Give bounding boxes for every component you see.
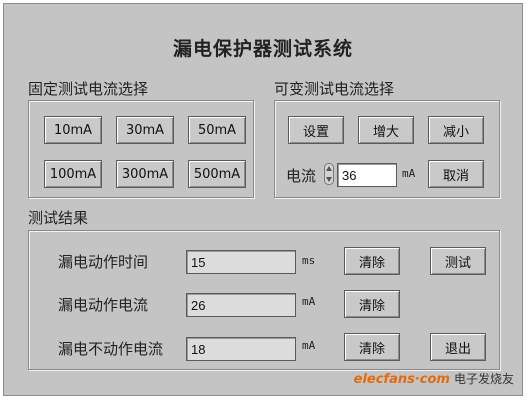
set-button[interactable]: 设置 — [288, 116, 344, 144]
current-input[interactable] — [337, 163, 397, 187]
test-button[interactable]: 测试 — [430, 247, 486, 275]
cancel-button[interactable]: 取消 — [428, 160, 484, 188]
watermark: elecfans·com 电子发烧友 — [354, 370, 514, 387]
clear-non-action-current-button[interactable]: 清除 — [344, 333, 400, 361]
clear-action-time-button[interactable]: 清除 — [344, 247, 400, 275]
current-100ma-button[interactable]: 100mA — [44, 160, 102, 188]
current-300ma-button[interactable]: 300mA — [116, 160, 174, 188]
main-window: 漏电保护器测试系统 固定测试电流选择 10mA 30mA 50mA 100mA … — [3, 3, 523, 396]
fixed-current-group-label: 固定测试电流选择 — [28, 80, 149, 98]
action-time-label: 漏电动作时间 — [58, 253, 149, 271]
results-group-label: 测试结果 — [28, 209, 89, 227]
set-label: 设置 — [302, 124, 329, 140]
current-300ma-label: 300mA — [121, 166, 169, 182]
watermark-cn: 电子发烧友 — [453, 372, 514, 386]
decrease-label: 减小 — [442, 124, 469, 140]
action-current-value — [186, 293, 296, 317]
current-50ma-label: 50mA — [197, 122, 237, 138]
current-30ma-label: 30mA — [125, 122, 165, 138]
current-30ma-button[interactable]: 30mA — [116, 116, 174, 144]
action-time-unit: ms — [302, 254, 316, 267]
action-current-unit: mA — [302, 295, 316, 308]
decrease-button[interactable]: 减小 — [428, 116, 484, 144]
current-10ma-button[interactable]: 10mA — [44, 116, 102, 144]
non-action-current-value — [186, 337, 296, 361]
current-50ma-button[interactable]: 50mA — [188, 116, 246, 144]
current-10ma-label: 10mA — [53, 122, 93, 138]
current-spinner-icon[interactable] — [324, 163, 334, 185]
non-action-current-unit: mA — [302, 339, 316, 352]
current-label: 电流 — [286, 167, 317, 185]
clear-action-time-label: 清除 — [358, 255, 385, 271]
current-100ma-label: 100mA — [49, 166, 97, 182]
watermark-text: elecfans·com — [353, 372, 450, 387]
action-time-value — [186, 250, 296, 274]
exit-label: 退出 — [444, 341, 471, 357]
window-title: 漏电保护器测试系统 — [172, 38, 353, 60]
cancel-label: 取消 — [442, 168, 469, 184]
exit-button[interactable]: 退出 — [430, 333, 486, 361]
increase-label: 增大 — [372, 124, 399, 140]
current-unit: mA — [402, 167, 416, 180]
clear-action-current-button[interactable]: 清除 — [344, 290, 400, 318]
variable-current-group-label: 可变测试电流选择 — [274, 80, 395, 98]
action-current-label: 漏电动作电流 — [58, 296, 149, 314]
clear-non-action-current-label: 清除 — [358, 341, 385, 357]
increase-button[interactable]: 增大 — [358, 116, 414, 144]
current-500ma-button[interactable]: 500mA — [188, 160, 246, 188]
current-500ma-label: 500mA — [193, 166, 241, 182]
clear-action-current-label: 清除 — [358, 298, 385, 314]
test-label: 测试 — [444, 255, 471, 271]
non-action-current-label: 漏电不动作电流 — [58, 340, 164, 358]
